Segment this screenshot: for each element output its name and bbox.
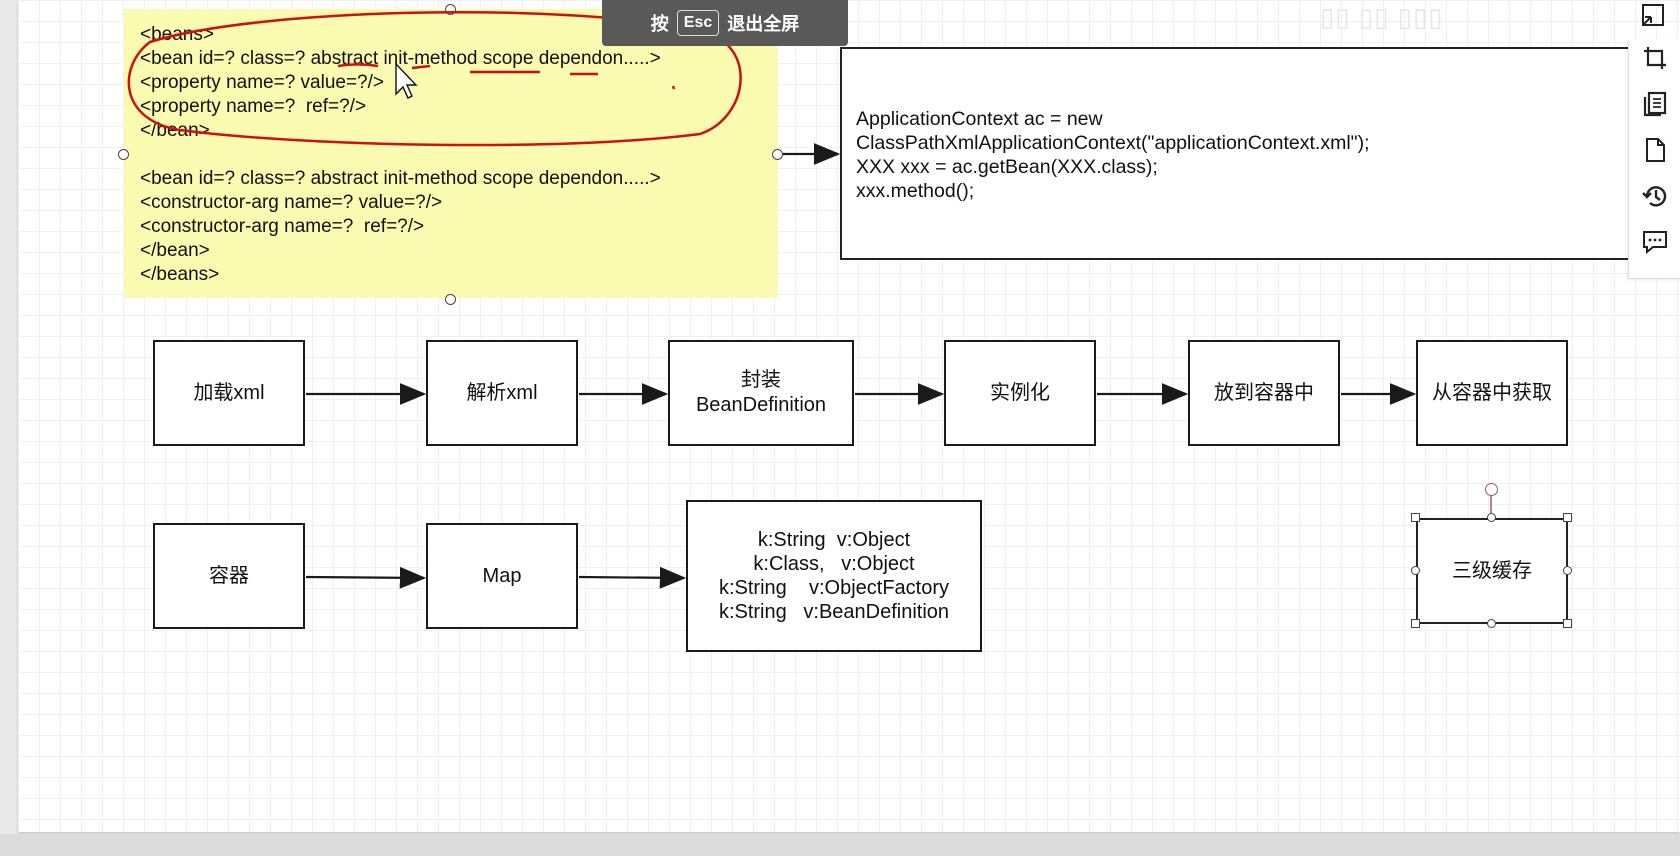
side-toolbar [1628, 40, 1680, 279]
red-dot-annotation [671, 85, 676, 90]
exit-fullscreen-label: 退出全屏 [727, 14, 800, 34]
blank-page-icon[interactable] [1641, 136, 1669, 164]
arrow-map-to-values [578, 566, 687, 589]
crop-icon[interactable] [1641, 44, 1669, 72]
connector-overlay [127, 11, 1492, 589]
page-copy-icon[interactable] [1641, 90, 1669, 118]
comment-icon[interactable] [1641, 228, 1669, 256]
exit-fullscreen-bar[interactable]: 按 Esc 退出全屏 [602, 0, 848, 46]
watermark-logo: ▯▯ ▯▯ ▯▯▯ [1320, 2, 1444, 32]
red-underline-annotation [337, 63, 598, 76]
esc-key: Esc [676, 10, 720, 36]
history-icon[interactable] [1641, 182, 1669, 210]
arrow-container-to-map [305, 566, 427, 589]
exit-fullscreen-icon[interactable] [1640, 2, 1666, 28]
press-label: 按 [650, 14, 669, 34]
